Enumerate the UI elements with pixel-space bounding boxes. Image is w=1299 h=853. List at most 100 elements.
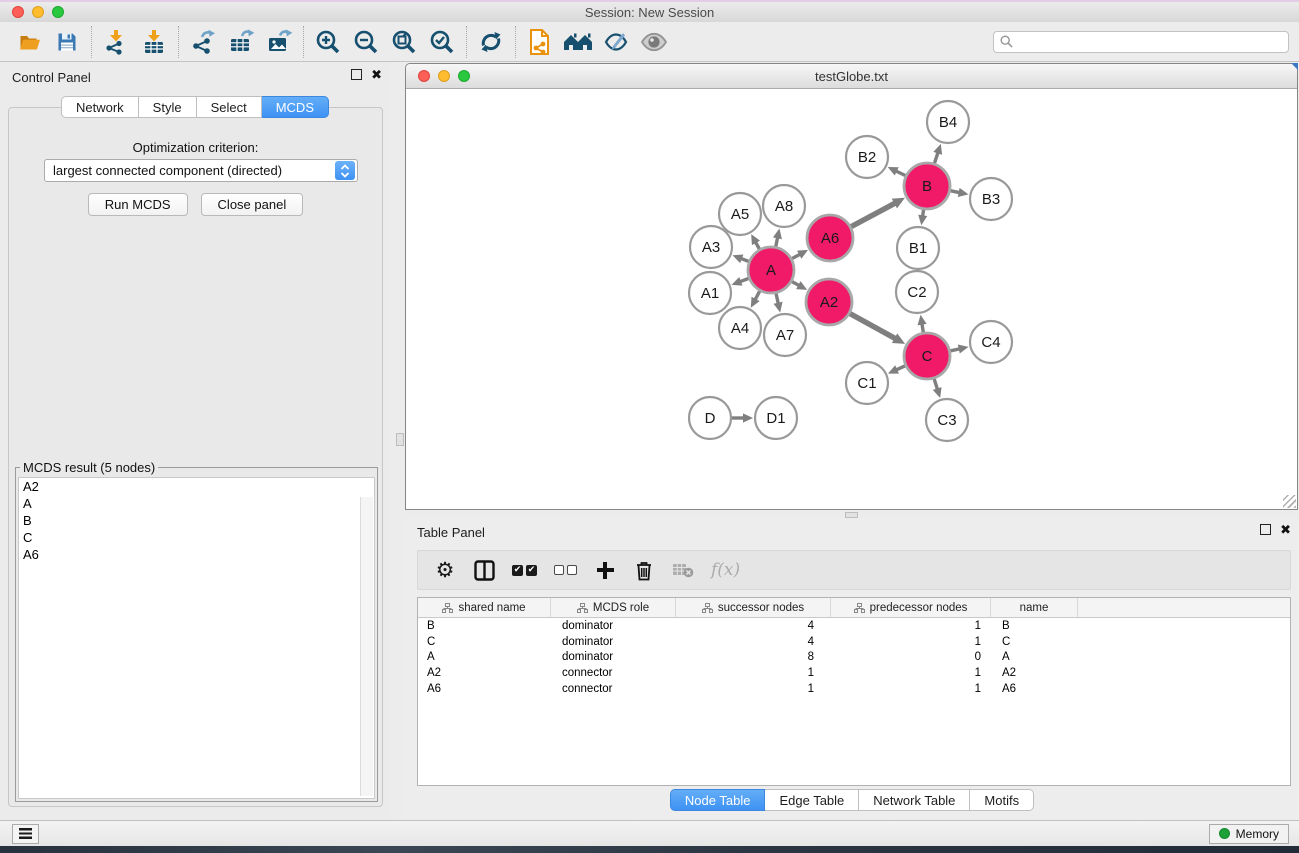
arrowhead-icon (933, 144, 942, 155)
table-row[interactable]: Adominator80A (418, 650, 1290, 666)
result-item[interactable]: A2 (19, 478, 374, 495)
result-item[interactable]: B (19, 512, 374, 529)
birds-eye-view-button[interactable] (559, 25, 597, 59)
close-table-panel-icon[interactable]: ✖ (1280, 524, 1291, 535)
node-label-A1: A1 (701, 285, 719, 302)
table-row[interactable]: A2connector11A2 (418, 665, 1290, 681)
zoom-out-button[interactable] (347, 25, 385, 59)
node-label-C3: C3 (937, 412, 956, 429)
tab-node-table[interactable]: Node Table (670, 789, 766, 811)
arrowhead-icon (918, 215, 927, 226)
tab-select[interactable]: Select (197, 96, 262, 118)
search-input[interactable] (1018, 35, 1282, 49)
desktop-background-strip (0, 846, 1299, 853)
result-item[interactable]: A6 (19, 546, 374, 563)
column-header-name[interactable]: name (991, 598, 1078, 617)
tab-edge-table[interactable]: Edge Table (765, 789, 859, 811)
node-label-A: A (766, 262, 776, 279)
close-panel-icon[interactable]: ✖ (371, 69, 382, 80)
criterion-dropdown[interactable]: largest connected component (directed) (44, 159, 358, 182)
network-view-window: testGlobe.txt B4B2BB3B1A5A8A6A3AA1C2A2A4… (405, 63, 1298, 510)
eye-pen-icon (603, 30, 630, 54)
float-panel-icon[interactable] (351, 69, 362, 80)
network-canvas[interactable]: B4B2BB3B1A5A8A6A3AA1C2A2A4A7C4CC1C3DD1 (406, 89, 1297, 509)
zoom-fit-button[interactable] (385, 25, 423, 59)
table-cell: 1 (831, 620, 991, 632)
zoom-in-button[interactable] (309, 25, 347, 59)
table-cell: C (418, 636, 551, 648)
edge-B-B4[interactable] (934, 151, 938, 164)
node-label-B2: B2 (858, 149, 876, 166)
column-label: name (1020, 602, 1049, 614)
node-label-A3: A3 (702, 239, 720, 256)
function-builder-button[interactable]: f(x) (711, 558, 740, 582)
mcds-result-list[interactable]: A2ABCA6 (18, 477, 375, 799)
tab-style[interactable]: Style (139, 96, 197, 118)
column-header-successor-nodes[interactable]: successor nodes (676, 598, 831, 617)
column-header-shared-name[interactable]: shared name (418, 598, 551, 617)
table-row[interactable]: Bdominator41B (418, 618, 1290, 634)
create-column-button[interactable] (594, 558, 616, 582)
run-mcds-button[interactable]: Run MCDS (88, 193, 188, 216)
show-columns-button[interactable] (473, 558, 495, 582)
session-title: Session: New Session (0, 5, 1299, 20)
export-image-button[interactable] (260, 25, 298, 59)
table-cell: 4 (676, 636, 831, 648)
criterion-dropdown-value: largest connected component (directed) (45, 163, 335, 178)
zoom-selected-button[interactable] (423, 25, 461, 59)
checked-box-icon: ✔ (512, 565, 523, 576)
result-scrollbar[interactable] (360, 497, 373, 796)
control-panel-title: Control Panel (12, 70, 91, 85)
zoom-selected-icon (428, 28, 456, 56)
result-item[interactable]: C (19, 529, 374, 546)
import-table-button[interactable] (135, 25, 173, 59)
export-network-button[interactable] (184, 25, 222, 59)
tab-motifs[interactable]: Motifs (970, 789, 1034, 811)
column-header-MCDS-role[interactable]: MCDS role (551, 598, 676, 617)
table-toolbar: ⚙ ✔ ✔ (417, 550, 1291, 590)
network-graph[interactable]: B4B2BB3B1A5A8A6A3AA1C2A2A4A7C4CC1C3DD1 (406, 89, 1297, 509)
unselect-all-columns-button[interactable] (554, 558, 577, 582)
delete-column-button[interactable] (633, 558, 655, 582)
node-table[interactable]: shared nameMCDS rolesuccessor nodesprede… (417, 597, 1291, 786)
new-network-from-selection-button[interactable] (521, 25, 559, 59)
delete-table-icon (672, 562, 694, 578)
show-hide-eye-button[interactable] (635, 25, 673, 59)
table-row[interactable]: Cdominator41C (418, 634, 1290, 650)
table-cell: 1 (676, 667, 831, 679)
close-panel-button[interactable]: Close panel (201, 193, 304, 216)
table-settings-button[interactable]: ⚙ (434, 558, 456, 582)
save-session-button[interactable] (48, 25, 86, 59)
delete-table-button[interactable] (672, 558, 694, 582)
edge-A6-B[interactable] (850, 203, 896, 228)
table-row[interactable]: A6connector11A6 (418, 681, 1290, 697)
node-label-A5: A5 (731, 206, 749, 223)
import-network-button[interactable] (97, 25, 135, 59)
refresh-layout-button[interactable] (472, 25, 510, 59)
window-titlebar: Session: New Session (0, 0, 1299, 22)
vertical-splitter-handle[interactable] (396, 433, 404, 446)
node-label-B4: B4 (939, 114, 957, 131)
tab-network-table[interactable]: Network Table (859, 789, 970, 811)
open-session-button[interactable] (10, 25, 48, 59)
export-table-button[interactable] (222, 25, 260, 59)
toggle-graphics-details-button[interactable] (597, 25, 635, 59)
tab-mcds[interactable]: MCDS (262, 96, 329, 118)
task-history-button[interactable] (12, 824, 39, 844)
dropdown-stepper-icon (335, 161, 355, 180)
node-label-B1: B1 (909, 240, 927, 257)
trash-icon (635, 560, 653, 581)
column-header-predecessor-nodes[interactable]: predecessor nodes (831, 598, 991, 617)
tab-network[interactable]: Network (61, 96, 139, 118)
result-item[interactable]: A (19, 495, 374, 512)
mcds-result-title: MCDS result (5 nodes) (20, 460, 158, 475)
arrowhead-icon (933, 387, 942, 398)
select-all-columns-button[interactable]: ✔ ✔ (512, 558, 537, 582)
toolbar-search-field[interactable] (993, 31, 1289, 53)
resize-grip[interactable] (1283, 495, 1296, 508)
float-table-panel-icon[interactable] (1260, 524, 1271, 535)
memory-button[interactable]: Memory (1209, 824, 1289, 844)
edge-A2-C[interactable] (849, 313, 896, 339)
gear-icon: ⚙ (436, 559, 455, 581)
arrowhead-icon (773, 229, 782, 240)
